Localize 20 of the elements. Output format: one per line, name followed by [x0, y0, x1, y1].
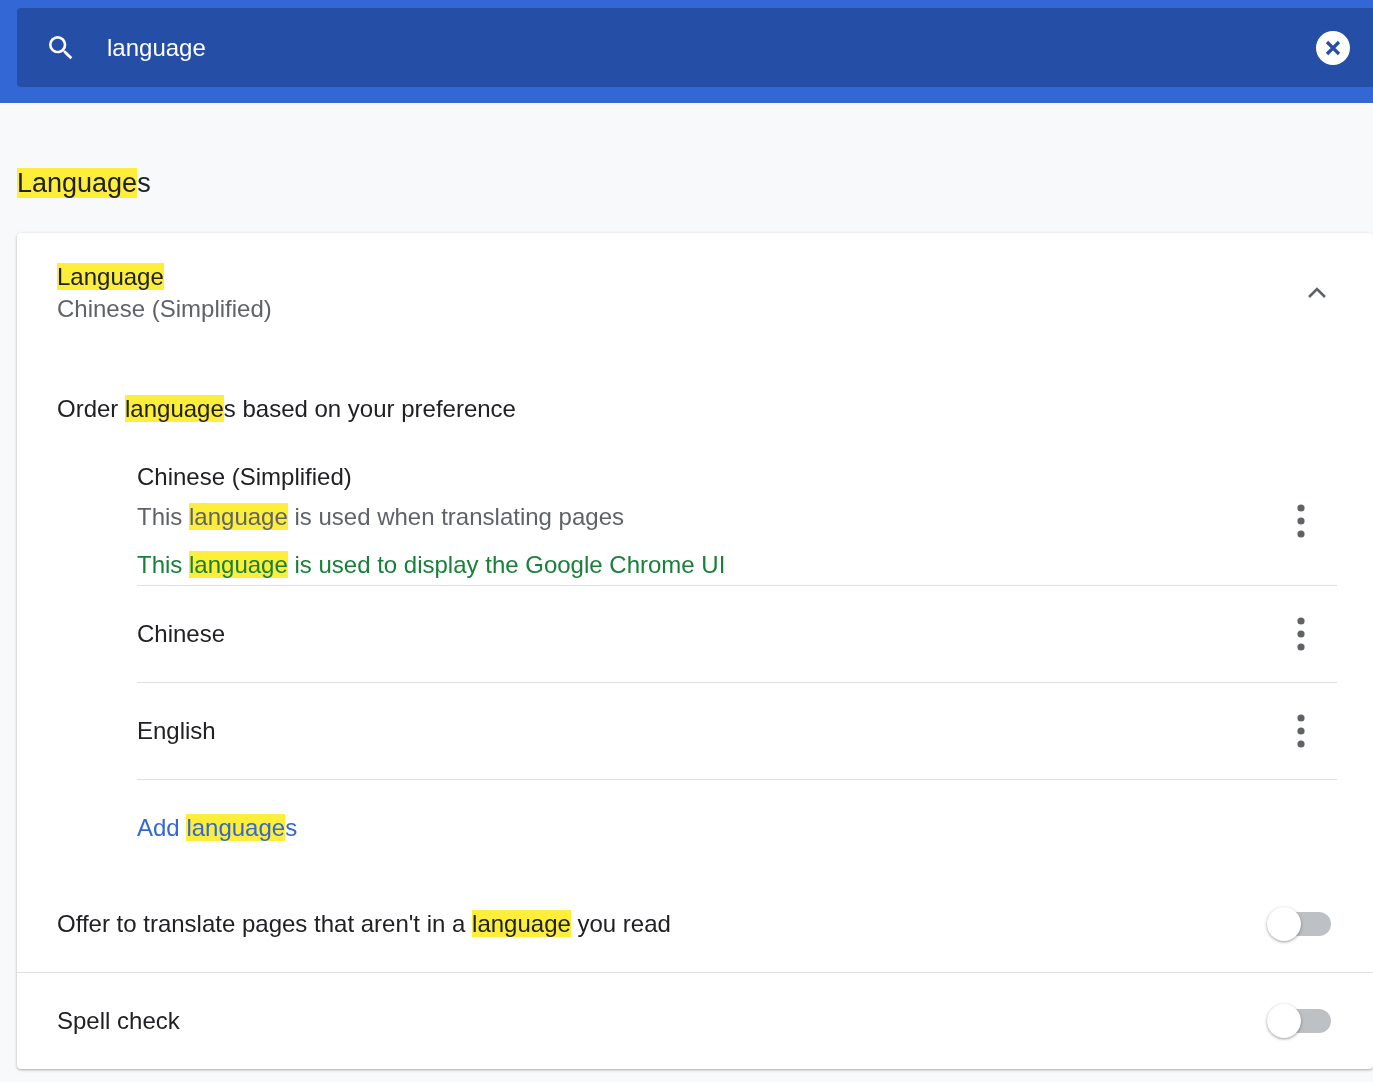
language-note: This language is used when translating pages — [137, 502, 624, 532]
setting-label: Offer to translate pages that aren't in a language you read — [57, 909, 671, 939]
more-options-icon[interactable] — [1296, 617, 1306, 651]
more-options-icon[interactable] — [1296, 714, 1306, 748]
setting-value: Chinese (Simplified) — [57, 294, 272, 324]
toggle-switch[interactable] — [1267, 907, 1331, 941]
setting-label: Spell check — [57, 1006, 180, 1036]
language-name: Chinese — [137, 619, 226, 649]
section-label: Order languages based on your preference — [57, 394, 516, 424]
setting-title: Language — [57, 262, 164, 292]
clear-search-button[interactable] — [1316, 30, 1350, 65]
language-name: Chinese (Simplified) — [137, 462, 352, 492]
more-options-icon[interactable] — [1296, 504, 1306, 538]
language-setting-header[interactable]: Language Chinese (Simplified) — [17, 233, 1373, 325]
language-name: English — [137, 716, 216, 746]
close-icon — [1324, 38, 1342, 57]
section-title: Languages — [17, 167, 151, 200]
language-note: This language is used to display the Google Chrome UI — [137, 550, 726, 580]
toggle-switch[interactable] — [1267, 1004, 1331, 1038]
search-field[interactable]: language — [17, 8, 1373, 87]
